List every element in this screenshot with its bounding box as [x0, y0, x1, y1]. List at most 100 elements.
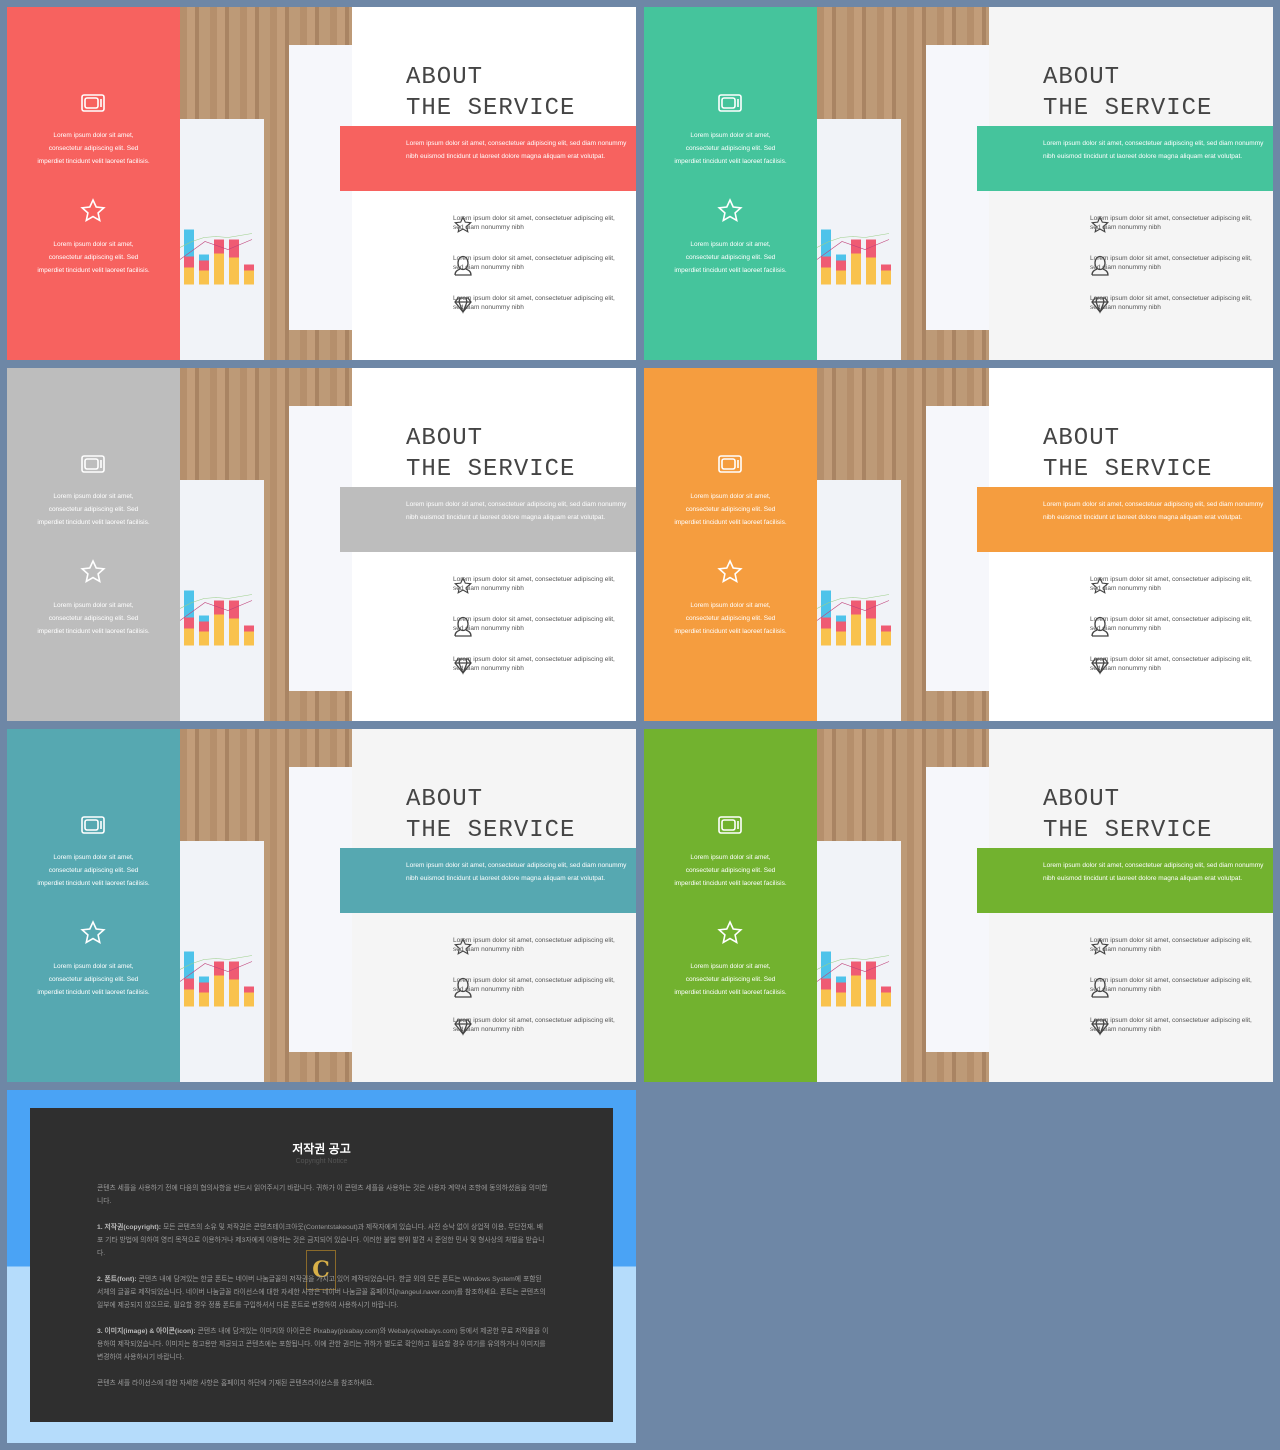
- feature-text: Lorem ipsum dolor sit amet, consectetuer…: [1090, 656, 1252, 672]
- feature-item: Lorem ipsum dolor sit amet, consectetuer…: [425, 937, 625, 959]
- chart-bar: [184, 256, 194, 268]
- feature-item: Lorem ipsum dolor sit amet, consectetuer…: [425, 616, 625, 638]
- chart-bar: [821, 989, 831, 1007]
- chart-bar: [199, 260, 209, 271]
- chart-bar: [244, 631, 254, 646]
- chart-bar: [836, 982, 846, 993]
- chart-bar: [836, 976, 846, 983]
- feature-text: Lorem ipsum dolor sit amet, consectetuer…: [453, 1017, 615, 1033]
- title-line-1: ABOUT: [1043, 64, 1121, 91]
- service-slide: Lorem ipsum dolor sit amet, consectetur …: [644, 729, 1273, 1082]
- title-line-1: ABOUT: [406, 64, 484, 91]
- title-line-1: ABOUT: [1043, 786, 1121, 813]
- chart-bar: [851, 253, 861, 285]
- desk-photo: [179, 368, 352, 721]
- chart-bar: [836, 270, 846, 285]
- accent-panel: Lorem ipsum dolor sit amet, consectetur …: [7, 368, 180, 721]
- feature-item: Lorem ipsum dolor sit amet, consectetuer…: [425, 656, 625, 678]
- panel-text-1: Lorem ipsum dolor sit amet, consectetur …: [37, 493, 150, 526]
- feature-item: Lorem ipsum dolor sit amet, consectetuer…: [425, 1017, 625, 1039]
- chart-bar: [881, 631, 891, 646]
- notice-para-3: 3. 이미지(image) & 아이콘(icon): 콘텐츠 내에 담겨있는 이…: [97, 1328, 549, 1361]
- chart-bar: [881, 264, 891, 271]
- tv-icon: [79, 811, 107, 839]
- star-icon: [79, 919, 107, 947]
- chart-bar: [199, 976, 209, 983]
- chart-paper: [179, 119, 264, 360]
- feature-text: Lorem ipsum dolor sit amet, consectetuer…: [453, 616, 615, 632]
- chart-bar: [214, 253, 224, 285]
- feature-text: Lorem ipsum dolor sit amet, consectetuer…: [1090, 977, 1252, 993]
- service-slide: Lorem ipsum dolor sit amet, consectetur …: [7, 368, 636, 721]
- feature-text: Lorem ipsum dolor sit amet, consectetuer…: [453, 215, 615, 231]
- feature-text: Lorem ipsum dolor sit amet, consectetuer…: [453, 977, 615, 993]
- chart-bar: [229, 618, 239, 646]
- notice-outro: 콘텐츠 세플 라이선스에 대한 자세한 사항은 홈페이지 하단에 기재된 콘텐츠…: [97, 1380, 375, 1387]
- service-slide: Lorem ipsum dolor sit amet, consectetur …: [644, 7, 1273, 360]
- service-slide: Lorem ipsum dolor sit amet, consectetur …: [644, 368, 1273, 721]
- accent-band: Lorem ipsum dolor sit amet, consectetuer…: [977, 487, 1273, 552]
- chart-bar: [851, 614, 861, 646]
- chart-bar: [821, 617, 831, 629]
- accent-panel: Lorem ipsum dolor sit amet, consectetur …: [7, 7, 180, 360]
- chart-bar: [214, 614, 224, 646]
- desk-photo: [816, 729, 989, 1082]
- service-slide: Lorem ipsum dolor sit amet, consectetur …: [7, 729, 636, 1082]
- chart-bar: [244, 986, 254, 993]
- chart-bar: [866, 257, 876, 285]
- feature-text: Lorem ipsum dolor sit amet, consectetuer…: [453, 255, 615, 271]
- feature-text: Lorem ipsum dolor sit amet, consectetuer…: [453, 295, 615, 311]
- chart-paper: [179, 841, 264, 1082]
- accent-panel: Lorem ipsum dolor sit amet, consectetur …: [644, 729, 817, 1082]
- notice-para-1: 1. 저작권(copyright): 모든 콘텐츠의 소유 및 저작권은 콘텐츠…: [97, 1224, 545, 1257]
- chart-bar: [199, 615, 209, 622]
- chart-bar: [184, 267, 194, 285]
- accent-band: Lorem ipsum dolor sit amet, consectetuer…: [340, 487, 636, 552]
- chart-bar: [836, 621, 846, 632]
- tv-icon: [716, 450, 744, 478]
- feature-text: Lorem ipsum dolor sit amet, consectetuer…: [1090, 616, 1252, 632]
- chart-bar: [836, 631, 846, 646]
- panel-text-2: Lorem ipsum dolor sit amet, consectetur …: [674, 963, 787, 996]
- accent-band: Lorem ipsum dolor sit amet, consectetuer…: [977, 126, 1273, 191]
- panel-text-2: Lorem ipsum dolor sit amet, consectetur …: [37, 602, 150, 635]
- chart-bar: [229, 257, 239, 285]
- feature-item: Lorem ipsum dolor sit amet, consectetuer…: [1062, 656, 1262, 678]
- chart-bar: [881, 992, 891, 1007]
- feature-item: Lorem ipsum dolor sit amet, consectetuer…: [1062, 1017, 1262, 1039]
- panel-text-2: Lorem ipsum dolor sit amet, consectetur …: [674, 241, 787, 274]
- feature-text: Lorem ipsum dolor sit amet, consectetuer…: [1090, 937, 1252, 953]
- title-line-2: THE SERVICE: [1043, 95, 1213, 122]
- feature-text: Lorem ipsum dolor sit amet, consectetuer…: [1090, 295, 1252, 311]
- copyright-notice-slide: 저작권 공고 Copyright Notice C 콘텐츠 세플을 사용하기 전…: [7, 1090, 636, 1443]
- chart-bar: [199, 621, 209, 632]
- feature-item: Lorem ipsum dolor sit amet, consectetuer…: [425, 295, 625, 317]
- panel-text-1: Lorem ipsum dolor sit amet, consectetur …: [674, 854, 787, 887]
- accent-band: Lorem ipsum dolor sit amet, consectetuer…: [340, 848, 636, 913]
- tv-icon: [79, 450, 107, 478]
- notice-subtitle: Copyright Notice: [295, 1158, 348, 1165]
- chart-bar: [244, 264, 254, 271]
- title-line-2: THE SERVICE: [1043, 456, 1213, 483]
- chart-bar: [881, 986, 891, 993]
- panel-text-2: Lorem ipsum dolor sit amet, consectetur …: [674, 602, 787, 635]
- chart-bar: [184, 617, 194, 629]
- accent-panel: Lorem ipsum dolor sit amet, consectetur …: [7, 729, 180, 1082]
- panel-text-1: Lorem ipsum dolor sit amet, consectetur …: [37, 132, 150, 165]
- star-icon: [79, 558, 107, 586]
- chart-bar: [229, 979, 239, 1007]
- chart-bar: [821, 256, 831, 268]
- title-line-1: ABOUT: [1043, 425, 1121, 452]
- feature-item: Lorem ipsum dolor sit amet, consectetuer…: [425, 255, 625, 277]
- title-line-2: THE SERVICE: [406, 95, 576, 122]
- tv-icon: [716, 89, 744, 117]
- feature-item: Lorem ipsum dolor sit amet, consectetuer…: [1062, 295, 1262, 317]
- desk-photo: [816, 7, 989, 360]
- title-line-2: THE SERVICE: [1043, 817, 1213, 844]
- title-line-2: THE SERVICE: [406, 817, 576, 844]
- chart-bar: [184, 989, 194, 1007]
- feature-item: Lorem ipsum dolor sit amet, consectetuer…: [1062, 616, 1262, 638]
- feature-item: Lorem ipsum dolor sit amet, consectetuer…: [1062, 255, 1262, 277]
- chart-bar: [836, 615, 846, 622]
- panel-text-2: Lorem ipsum dolor sit amet, consectetur …: [37, 963, 150, 996]
